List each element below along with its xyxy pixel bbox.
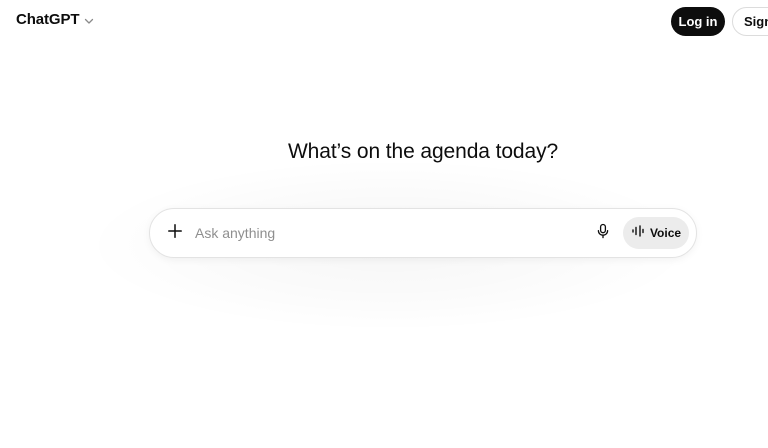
dictate-button[interactable] <box>591 221 615 245</box>
chatgpt-home: ChatGPT Log in Sign up What’s on the age… <box>0 0 768 448</box>
model-selector[interactable]: ChatGPT <box>16 11 95 28</box>
voice-mode-button[interactable]: Voice <box>623 217 689 249</box>
chevron-down-icon <box>83 14 95 26</box>
top-bar: ChatGPT Log in Sign up <box>0 0 768 44</box>
microphone-icon <box>595 223 611 244</box>
page-title: What’s on the agenda today? <box>287 140 559 163</box>
attach-button[interactable] <box>163 221 187 245</box>
voice-label: Voice <box>649 226 682 240</box>
signup-button[interactable]: Sign up <box>732 7 768 36</box>
prompt-input[interactable] <box>195 221 575 245</box>
plus-icon <box>167 223 183 244</box>
model-name: ChatGPT <box>16 11 80 28</box>
login-button[interactable]: Log in <box>671 7 725 36</box>
waveform-icon <box>631 224 645 243</box>
prompt-composer: Voice <box>149 208 697 258</box>
